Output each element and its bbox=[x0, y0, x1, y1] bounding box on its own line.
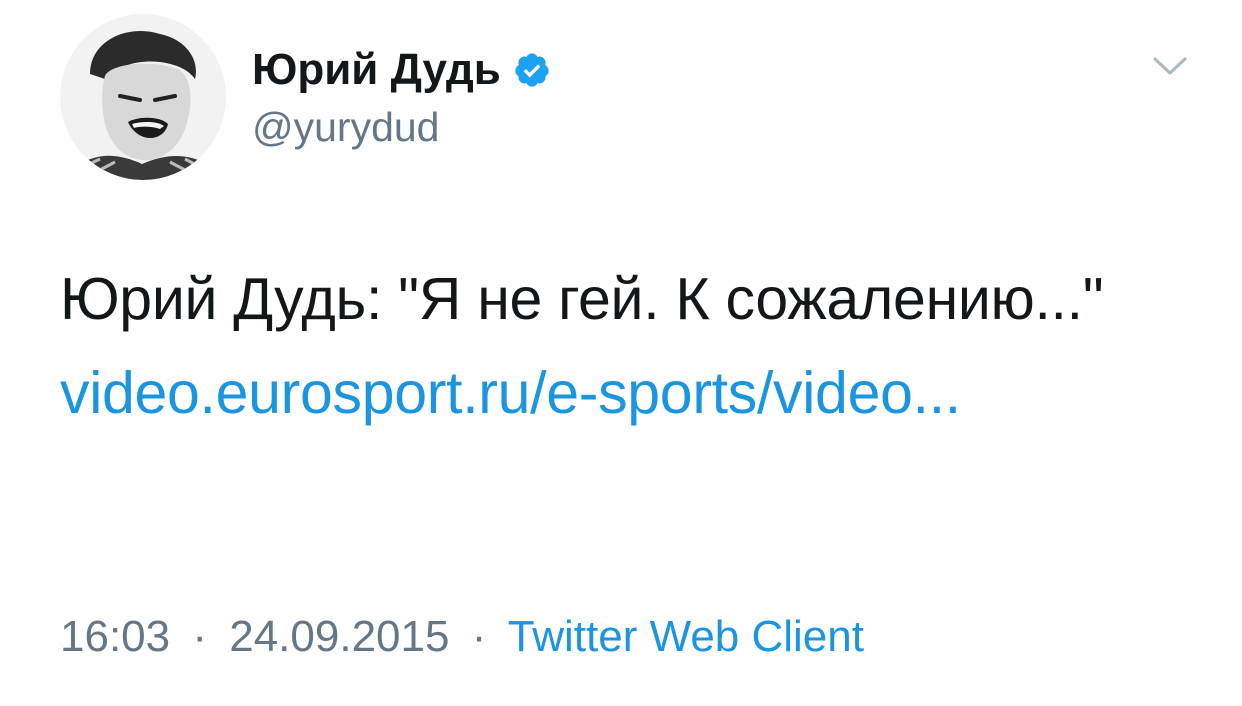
tweet-date: 24.09.2015 bbox=[229, 612, 450, 661]
author-handle[interactable]: @yurydud bbox=[252, 104, 551, 151]
avatar[interactable] bbox=[60, 14, 226, 180]
tweet-time: 16:03 bbox=[60, 612, 171, 661]
display-name-row: Юрий Дудь bbox=[252, 40, 551, 100]
chevron-down-icon[interactable] bbox=[1151, 53, 1189, 79]
tweet-source-link[interactable]: Twitter Web Client bbox=[508, 612, 864, 661]
meta-separator-2: · bbox=[471, 612, 487, 661]
tweet-link[interactable]: video.eurosport.ru/e-sports/video... bbox=[60, 360, 961, 426]
display-name[interactable]: Юрий Дудь bbox=[252, 45, 501, 95]
tweet-card: Юрий Дудь @yurydud Юрий Дудь: "Я не гей.… bbox=[0, 0, 1242, 706]
avatar-photo bbox=[60, 14, 226, 180]
tweet-text-content: Юрий Дудь: "Я не гей. К сожалению..." bbox=[60, 266, 1104, 332]
tweet-meta: 16:03 · 24.09.2015 · Twitter Web Client bbox=[60, 612, 864, 662]
author-names: Юрий Дудь @yurydud bbox=[252, 40, 551, 151]
tweet-text: Юрий Дудь: "Я не гей. К сожалению..." vi… bbox=[60, 252, 1180, 440]
meta-separator: · bbox=[192, 612, 207, 661]
verified-badge-icon bbox=[513, 51, 551, 89]
